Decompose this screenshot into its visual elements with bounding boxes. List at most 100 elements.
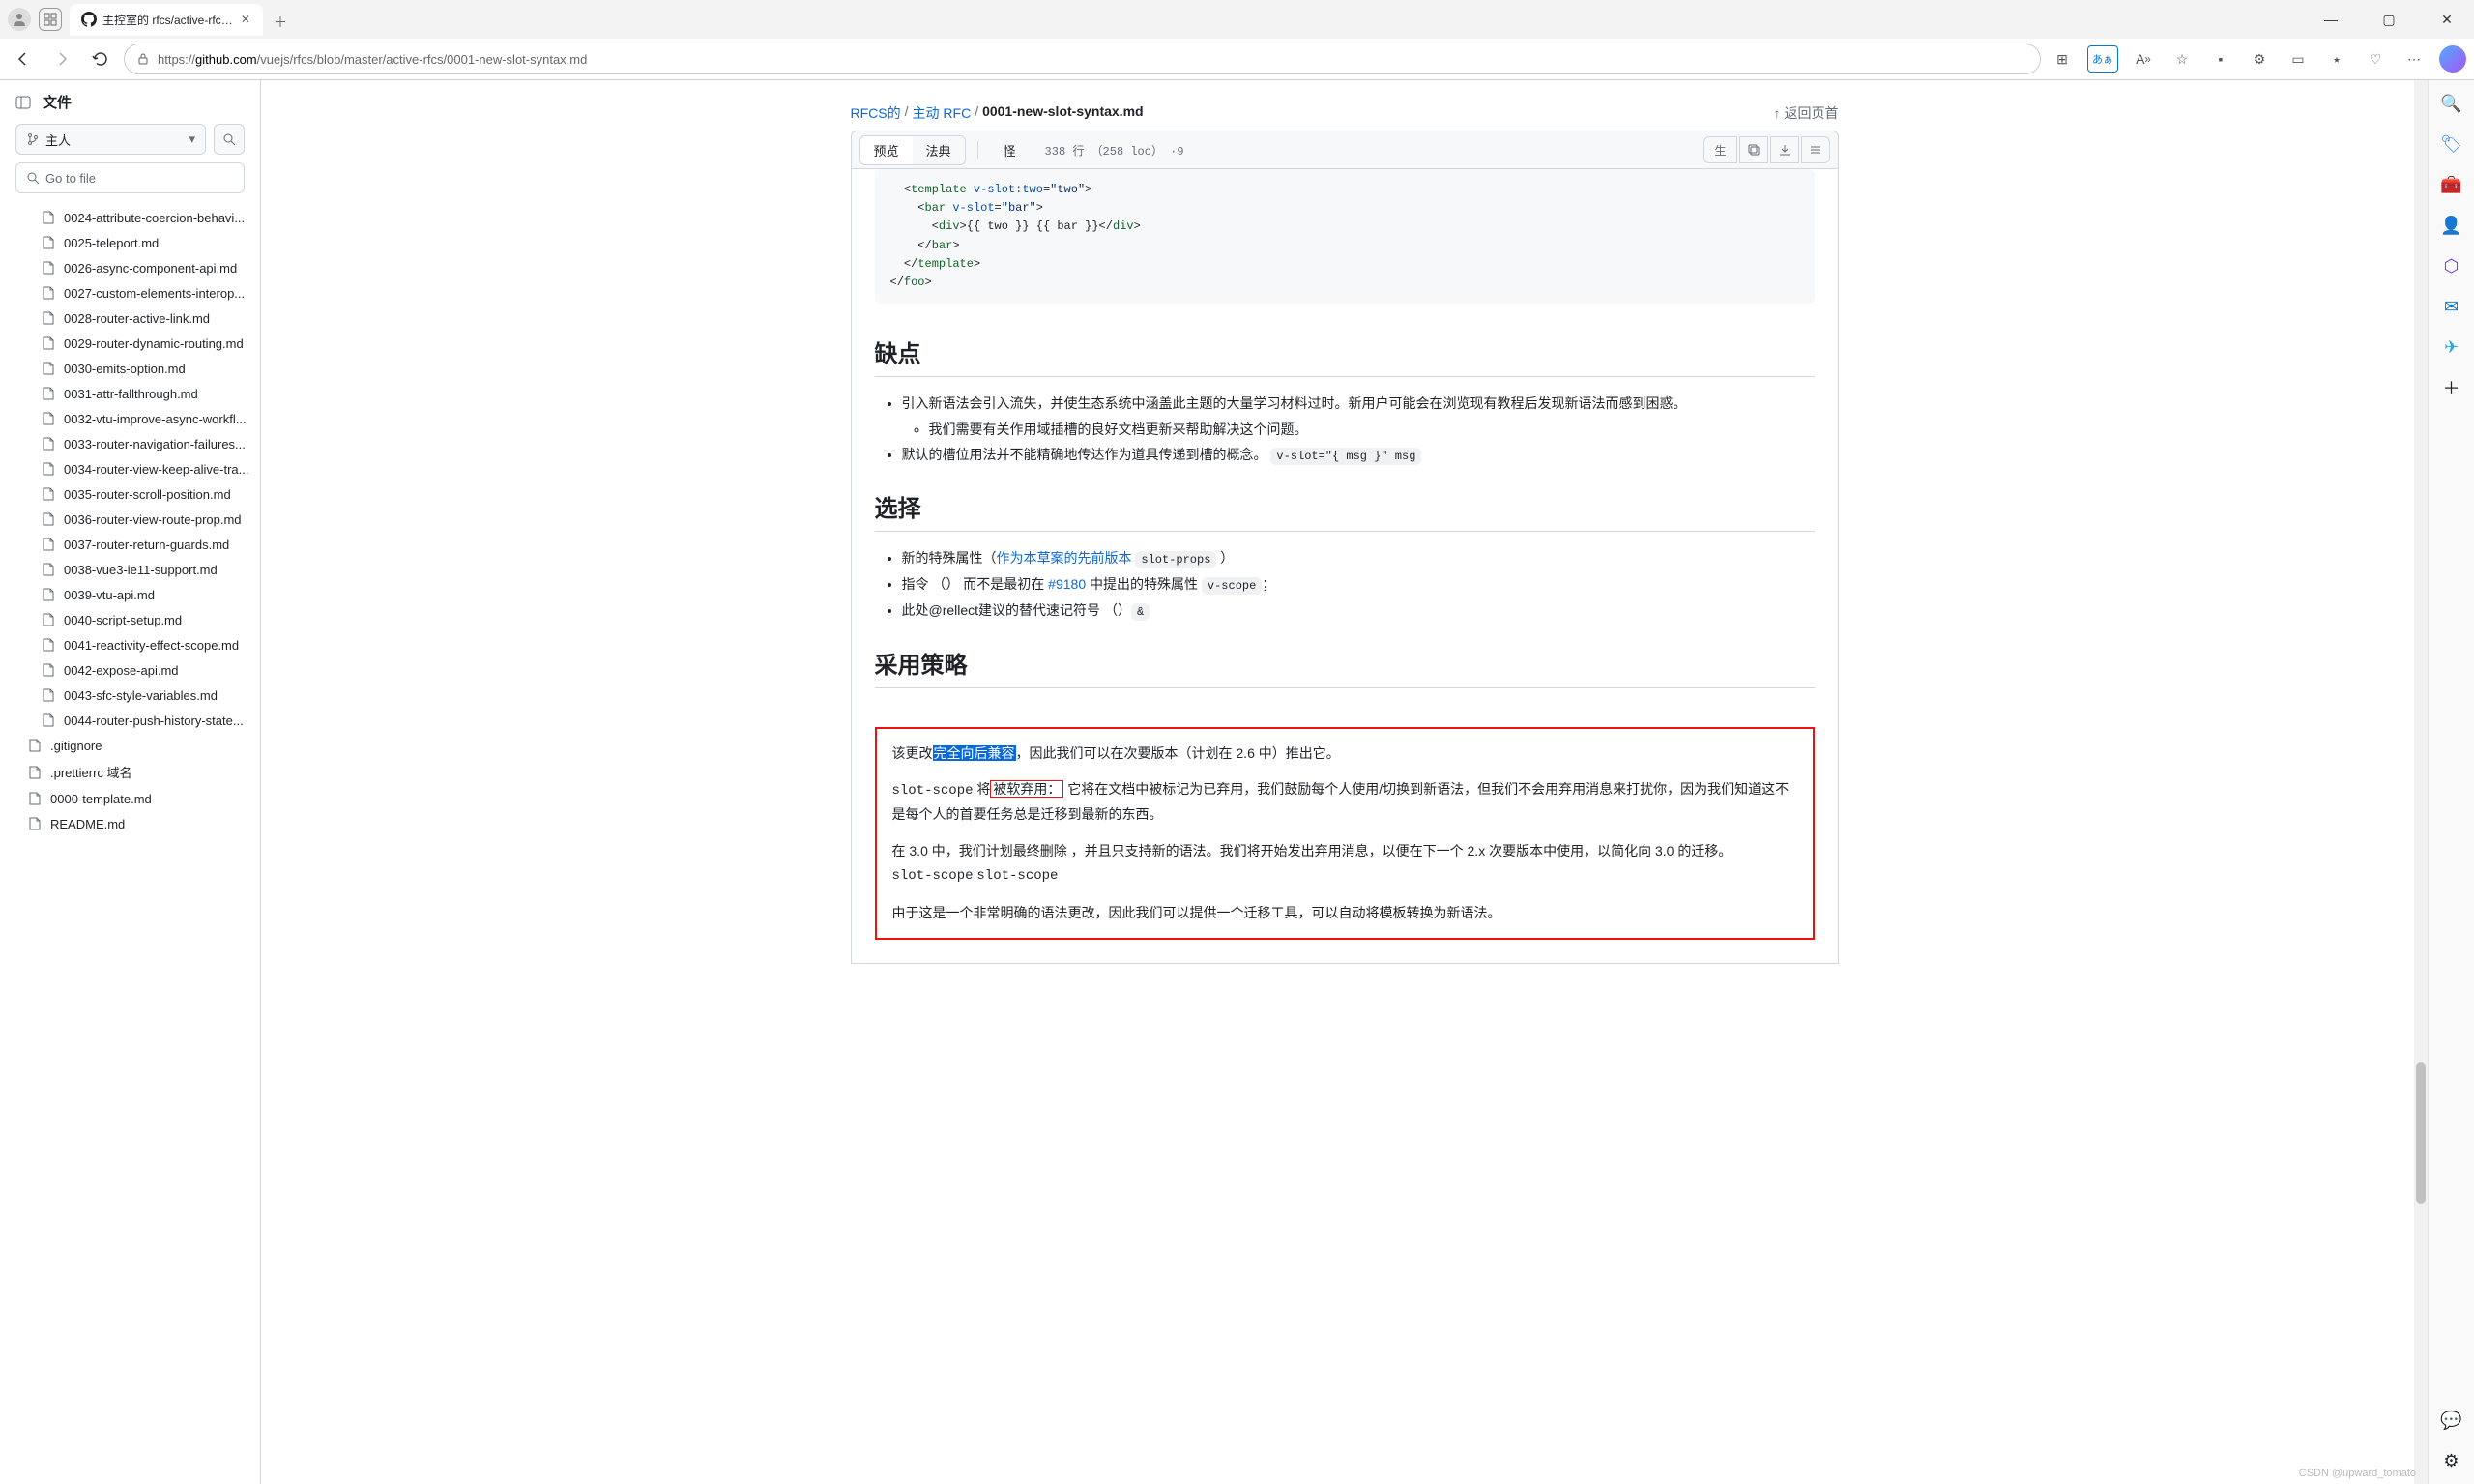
office-icon[interactable]: ⬡ bbox=[2440, 254, 2463, 277]
heading-drawbacks: 缺点 bbox=[875, 335, 1815, 377]
search-placeholder: Go to file bbox=[45, 171, 96, 186]
lock-icon bbox=[136, 52, 150, 66]
file-item[interactable]: 0033-router-navigation-failures... bbox=[0, 431, 260, 456]
link-issue[interactable]: #9180 bbox=[1048, 576, 1086, 592]
raw-button[interactable]: 生 bbox=[1703, 136, 1736, 163]
heading-choice: 选择 bbox=[875, 489, 1815, 532]
file-item[interactable]: 0041-reactivity-effect-scope.md bbox=[0, 632, 260, 657]
breadcrumb-folder[interactable]: 主动 RFC bbox=[913, 103, 972, 123]
minimize-button[interactable]: — bbox=[2312, 5, 2350, 34]
go-to-file-input[interactable]: Go to file bbox=[15, 162, 245, 193]
file-item[interactable]: README.md bbox=[0, 811, 260, 836]
copilot-icon[interactable] bbox=[2439, 45, 2466, 73]
tab-preview[interactable]: 预览 bbox=[860, 136, 913, 164]
branch-icon bbox=[26, 132, 40, 146]
file-item[interactable]: 0032-vtu-improve-async-workfl... bbox=[0, 406, 260, 431]
file-item[interactable]: 0000-template.md bbox=[0, 786, 260, 811]
scrollbar[interactable] bbox=[2414, 80, 2428, 1484]
refresh-button[interactable] bbox=[85, 44, 116, 74]
extensions-icon[interactable]: ⊞ bbox=[2049, 45, 2076, 73]
settings-icon[interactable]: ⚙ bbox=[2440, 1449, 2463, 1472]
chat-icon[interactable]: 💬 bbox=[2440, 1409, 2463, 1432]
tab-blame[interactable]: 怪 bbox=[990, 136, 1030, 164]
favorites-bar-icon[interactable]: ⭑ bbox=[2323, 45, 2350, 73]
list-item: 指令 （） 而不是最初在 #9180 中提出的特殊属性 v-scope； bbox=[902, 573, 1815, 596]
file-item[interactable]: 0043-sfc-style-variables.md bbox=[0, 683, 260, 708]
file-item[interactable]: 0034-router-view-keep-alive-tra... bbox=[0, 456, 260, 481]
new-tab-button[interactable]: ＋ bbox=[267, 9, 294, 36]
more-icon[interactable]: ⋯ bbox=[2401, 45, 2428, 73]
download-button[interactable] bbox=[1770, 136, 1799, 163]
file-item[interactable]: 0037-router-return-guards.md bbox=[0, 532, 260, 557]
tag-icon[interactable]: 🏷 bbox=[2440, 132, 2463, 156]
read-aloud-icon[interactable]: A» bbox=[2130, 45, 2157, 73]
scroll-thumb[interactable] bbox=[2416, 1062, 2426, 1203]
file-item[interactable]: 0039-vtu-api.md bbox=[0, 582, 260, 607]
close-tab-icon[interactable]: ✕ bbox=[240, 12, 251, 27]
branch-name: 主人 bbox=[45, 131, 71, 149]
favorite-icon[interactable]: ☆ bbox=[2168, 45, 2196, 73]
close-window-button[interactable]: ✕ bbox=[2428, 5, 2466, 34]
file-item[interactable]: 0044-router-push-history-state... bbox=[0, 708, 260, 733]
file-item[interactable]: 0031-attr-fallthrough.md bbox=[0, 381, 260, 406]
branch-selector[interactable]: 主人 ▾ bbox=[15, 124, 206, 155]
file-item[interactable]: 0040-script-setup.md bbox=[0, 607, 260, 632]
file-item[interactable]: 0028-router-active-link.md bbox=[0, 306, 260, 331]
file-toolbar: 预览 法典 怪 338 行 （258 loc） ·9 生 bbox=[851, 131, 1839, 169]
user-icon[interactable]: 👤 bbox=[2440, 214, 2463, 237]
outline-button[interactable] bbox=[1801, 136, 1830, 163]
file-item[interactable]: 0030-emits-option.md bbox=[0, 356, 260, 381]
search-files-button[interactable] bbox=[214, 124, 245, 155]
profile-avatar-icon[interactable] bbox=[8, 8, 31, 31]
breadcrumb-root[interactable]: RFCS的 bbox=[851, 103, 901, 123]
workspaces-icon[interactable] bbox=[39, 8, 62, 31]
url-text: https://github.com/vuejs/rfcs/blob/maste… bbox=[158, 52, 587, 67]
search-icon bbox=[26, 171, 40, 185]
edge-sidebar: 🔍 🏷 🧰 👤 ⬡ ✉ ✈ ＋ 💬 ⚙ bbox=[2428, 80, 2474, 1484]
copy-button[interactable] bbox=[1739, 136, 1768, 163]
file-item[interactable]: 0042-expose-api.md bbox=[0, 657, 260, 683]
performance-icon[interactable]: ♡ bbox=[2362, 45, 2389, 73]
list-item: 引入新语法会引入流失，并使生态系统中涵盖此主题的大量学习材料过时。新用户可能会在… bbox=[902, 393, 1815, 440]
translate-icon[interactable]: あぁ bbox=[2087, 45, 2118, 73]
files-title: 文件 bbox=[43, 92, 72, 112]
maximize-button[interactable]: ▢ bbox=[2370, 5, 2408, 34]
paragraph: slot-scope 将被软弃用： 它将在文档中被标记为已弃用，我们鼓励每个人使… bbox=[892, 778, 1797, 827]
file-item[interactable]: 0035-router-scroll-position.md bbox=[0, 481, 260, 507]
paragraph: 该更改完全向后兼容，因此我们可以在次要版本（计划在 2.6 中）推出它。 bbox=[892, 742, 1797, 766]
selected-text: 完全向后兼容 bbox=[933, 745, 1016, 761]
file-info: 338 行 （258 loc） ·9 bbox=[1045, 142, 1184, 159]
file-item[interactable]: 0038-vue3-ie11-support.md bbox=[0, 557, 260, 582]
file-item[interactable]: 0024-attribute-coercion-behavi... bbox=[0, 205, 260, 230]
paragraph: 在 3.0 中，我们计划最终删除 ，并且只支持新的语法。我们将开始发出弃用消息，… bbox=[892, 840, 1797, 888]
ext2-icon[interactable]: ⚙ bbox=[2246, 45, 2273, 73]
file-item[interactable]: .gitignore bbox=[0, 733, 260, 758]
toolbox-icon[interactable]: 🧰 bbox=[2440, 173, 2463, 196]
list-item: 我们需要有关作用域插槽的良好文档更新来帮助解决这个问题。 bbox=[929, 419, 1815, 440]
search-icon[interactable]: 🔍 bbox=[2440, 92, 2463, 115]
watermark: CSDN @upward_tomato bbox=[2299, 1468, 2416, 1479]
telegram-icon[interactable]: ✈ bbox=[2440, 335, 2463, 359]
browser-tab[interactable]: 主控室的 rfcs/active-rfcs/0001-n... ✕ bbox=[70, 4, 263, 36]
file-item[interactable]: 0036-router-view-route-prop.md bbox=[0, 507, 260, 532]
files-sidebar: 文件 主人 ▾ Go to file 0024-attribute-coerci… bbox=[0, 80, 261, 1484]
file-item[interactable]: 0027-custom-elements-interop... bbox=[0, 280, 260, 306]
sidebar-toggle-icon[interactable] bbox=[15, 95, 31, 110]
file-item[interactable]: 0029-router-dynamic-routing.md bbox=[0, 331, 260, 356]
file-item[interactable]: 0025-teleport.md bbox=[0, 230, 260, 255]
outlook-icon[interactable]: ✉ bbox=[2440, 295, 2463, 318]
link-prev-draft[interactable]: 作为本草案的先前版本 bbox=[997, 550, 1132, 566]
back-to-top-link[interactable]: ↑ 返回页首 bbox=[1774, 103, 1839, 123]
chevron-down-icon: ▾ bbox=[189, 131, 195, 147]
list-item: 此处@rellect建议的替代速记符号 （）& bbox=[902, 599, 1815, 622]
back-button[interactable] bbox=[8, 44, 39, 74]
add-app-icon[interactable]: ＋ bbox=[2440, 376, 2463, 399]
tab-code[interactable]: 法典 bbox=[913, 136, 965, 164]
address-bar[interactable]: https://github.com/vuejs/rfcs/blob/maste… bbox=[124, 44, 2041, 74]
file-item[interactable]: 0026-async-component-api.md bbox=[0, 255, 260, 280]
file-tree: 0024-attribute-coercion-behavi...0025-te… bbox=[0, 201, 260, 1484]
collections-icon[interactable]: ▭ bbox=[2285, 45, 2312, 73]
app-icon[interactable]: ▪ bbox=[2207, 45, 2234, 73]
content-area: RFCS的 / 主动 RFC / 0001-new-slot-syntax.md… bbox=[261, 80, 2428, 1484]
file-item[interactable]: .prettierrc 域名 bbox=[0, 758, 260, 786]
